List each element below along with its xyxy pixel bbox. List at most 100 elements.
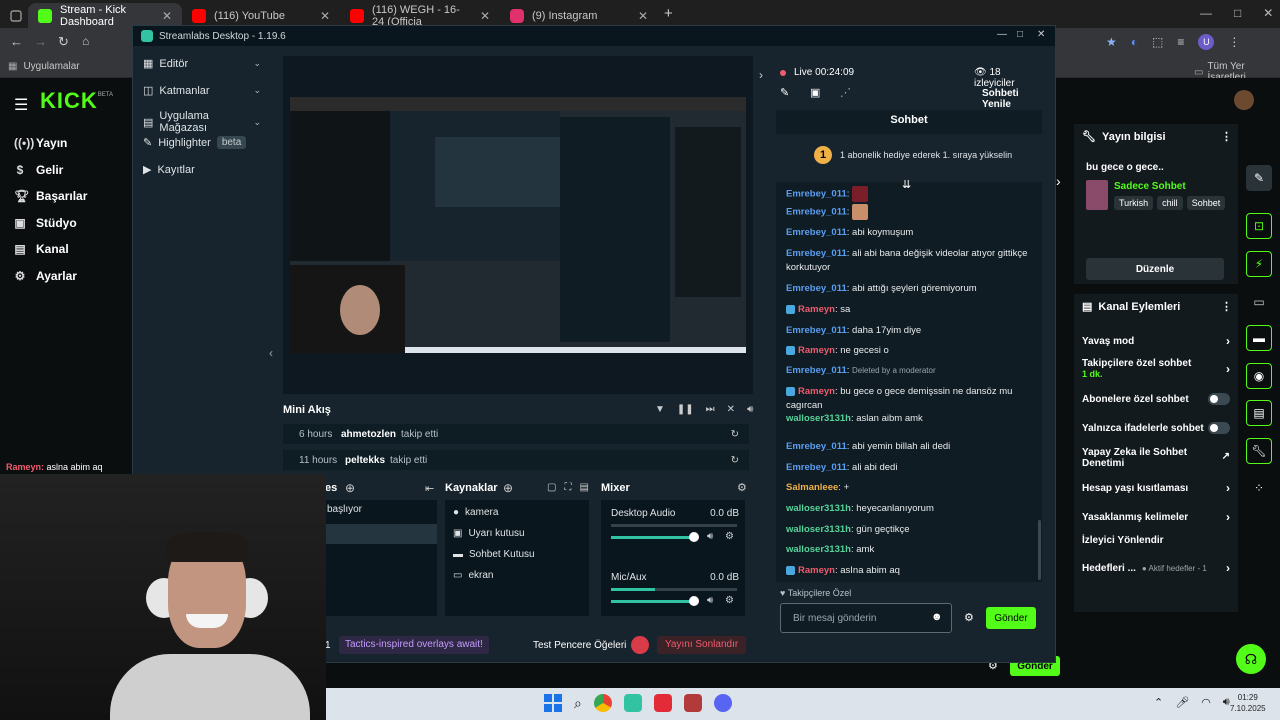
profile-avatar[interactable]: U	[1198, 34, 1215, 50]
kick-nav-ayarlar[interactable]: ⚙ Ayarlar	[14, 269, 77, 283]
account-age-item[interactable]: Hesap yaşı kısıtlaması ›	[1082, 481, 1230, 495]
app-icon[interactable]	[683, 694, 702, 712]
back-icon[interactable]: ←	[10, 34, 23, 49]
filter-icon[interactable]: ▼	[655, 404, 665, 415]
volume-slider-track[interactable]	[611, 536, 693, 539]
chat-username[interactable]: Rameyn	[798, 345, 835, 356]
microphone-icon[interactable]: 🎤︎	[1175, 696, 1189, 709]
panel-menu-icon[interactable]: ⋮	[1221, 130, 1232, 143]
collapse-left-icon[interactable]: ‹	[269, 346, 273, 360]
minimize-icon[interactable]: —	[1200, 6, 1212, 20]
discord-icon[interactable]	[713, 694, 732, 712]
sl-minimize-icon[interactable]: —	[997, 29, 1007, 40]
chat-username[interactable]: Salmanleee	[786, 482, 838, 493]
followers-only-item[interactable]: Takipçilere özel sohbet 1 dk. ›	[1082, 358, 1230, 379]
source-item[interactable]: ▣ Uyarı kutusu	[453, 528, 525, 539]
chat-username[interactable]: Emrebey_011	[786, 283, 847, 294]
chat-username[interactable]: Emrebey_011	[786, 207, 847, 218]
layout-icon[interactable]: ▣	[810, 86, 820, 99]
chat-username[interactable]: Emrebey_011	[786, 248, 847, 259]
close-tab-icon[interactable]: ✕	[320, 9, 330, 23]
chat-username[interactable]: Emrebey_011	[786, 365, 847, 376]
kick-logo[interactable]: KICK BETA	[40, 88, 113, 114]
clock[interactable]: 01:29 7.10.2025	[1230, 692, 1266, 714]
scene-item-selected[interactable]	[323, 524, 437, 544]
subscribers-only-toggle[interactable]	[1208, 393, 1230, 405]
new-tab-icon[interactable]: +	[664, 5, 673, 22]
folder-icon[interactable]: ▤	[579, 482, 588, 493]
support-headset-icon[interactable]: ☊	[1236, 644, 1266, 674]
chat-username[interactable]: walloser3131h	[786, 544, 851, 555]
wrench-icon-button[interactable]: 🔧︎	[1246, 438, 1272, 464]
speaker-icon[interactable]: 🔊︎	[1223, 696, 1230, 709]
chat-settings-icon[interactable]: ⚙	[964, 611, 974, 624]
add-scene-icon[interactable]: ⊕	[345, 481, 355, 495]
lightning-icon-button[interactable]: ⚡︎	[1246, 251, 1272, 277]
chat-username[interactable]: Rameyn	[798, 304, 835, 315]
sl-maximize-icon[interactable]: □	[1017, 29, 1023, 40]
collapse-right-icon[interactable]: ›	[759, 68, 763, 82]
add-source-icon[interactable]: ⊕	[503, 481, 513, 495]
close-tab-icon[interactable]: ✕	[162, 9, 172, 23]
banned-words-item[interactable]: Yasaklanmış kelimeler ›	[1082, 510, 1230, 524]
clip-icon-button[interactable]: ⊡	[1246, 213, 1272, 239]
group-icon-button[interactable]: ⁘	[1246, 475, 1272, 501]
channel-settings-icon[interactable]: ⚙	[725, 531, 734, 542]
sidebar-item-highlighter[interactable]: ✎ Highlighter beta	[143, 136, 261, 149]
extension-icon[interactable]: ◐	[1131, 35, 1138, 49]
volume-icon[interactable]: 🔊︎	[747, 404, 753, 415]
user-avatar[interactable]	[1234, 90, 1254, 110]
close-tab-icon[interactable]: ✕	[638, 9, 648, 23]
sidebar-item-recordings[interactable]: ▶ Kayıtlar	[143, 163, 261, 177]
app-red-icon[interactable]	[653, 694, 672, 712]
reload-icon[interactable]: ↻	[58, 34, 69, 50]
streamlabs-taskbar-icon[interactable]	[623, 694, 642, 712]
chat-username[interactable]: Emrebey_011	[786, 189, 847, 200]
panel-menu-icon[interactable]: ⋮	[1221, 300, 1232, 313]
source-item[interactable]: ● kamera	[453, 507, 498, 518]
edit-stream-button[interactable]: Düzenle	[1086, 258, 1224, 280]
chat-username[interactable]: Emrebey_011	[786, 462, 847, 473]
menu-kebab-icon[interactable]: ⋮	[1228, 35, 1240, 49]
document-icon-button[interactable]: ▭	[1246, 289, 1272, 315]
send-button[interactable]: Gönder	[986, 607, 1036, 629]
close-window-icon[interactable]: ✕	[1263, 6, 1273, 20]
kick-nav-gelir[interactable]: $ Gelir	[14, 163, 64, 177]
emoji-icon[interactable]: ☻	[931, 611, 943, 623]
chat-input[interactable]: Bir mesaj gönderin ☻	[780, 603, 952, 633]
bookmark-star-icon[interactable]: ★	[1106, 35, 1117, 49]
sidebar-item-layers[interactable]: ◫ Katmanlar ⌄	[143, 84, 261, 98]
raid-item[interactable]: İzleyici Yönlendir	[1082, 535, 1230, 546]
sidebar-item-app-store[interactable]: ▤ Uygulama Mağazası ⌄	[143, 110, 261, 134]
wifi-icon[interactable]: ◠	[1201, 696, 1211, 709]
kick-nav-kanal[interactable]: ▤ Kanal	[14, 242, 68, 256]
sl-close-icon[interactable]: ✕	[1037, 29, 1045, 40]
ai-moderation-item[interactable]: Yapay Zeka ile Sohbet Denetimi ↗	[1082, 447, 1230, 469]
chat-username[interactable]: Emrebey_011	[786, 227, 847, 238]
broadcast-icon-button[interactable]: ◉	[1246, 363, 1272, 389]
chat-username[interactable]: walloser3131h	[786, 524, 851, 535]
goals-item[interactable]: Hedefleri ... ● Aktif hedefler - 1 ›	[1082, 561, 1230, 575]
source-item[interactable]: ▭ ekran	[453, 570, 493, 581]
volume-slider-track[interactable]	[611, 600, 693, 603]
edit-icon-button[interactable]: ✎	[1246, 165, 1272, 191]
kick-nav-studyo[interactable]: ▣ Stüdyo	[14, 216, 76, 230]
volume-slider-handle[interactable]	[689, 596, 699, 606]
rec-icon[interactable]	[631, 636, 649, 654]
scene-item[interactable]: başlıyor	[323, 504, 437, 522]
pause-icon[interactable]: ❚❚	[677, 404, 694, 415]
kick-nav-yayin[interactable]: ((•)) Yayın	[14, 136, 67, 150]
hamburger-menu-icon[interactable]: ☰	[14, 95, 28, 115]
maximize-icon[interactable]: □	[1234, 6, 1241, 20]
source-lock-icon[interactable]: ⛶	[564, 482, 571, 493]
mute-icon[interactable]: 🔊︎	[707, 531, 713, 542]
chat-icon-button[interactable]: ▬	[1246, 325, 1272, 351]
tab-search-icon[interactable]	[6, 3, 26, 28]
stream-category[interactable]: Sadece Sohbet	[1114, 181, 1186, 192]
channel-settings-icon[interactable]: ⚙	[725, 595, 734, 606]
source-group-icon[interactable]: ▢	[547, 482, 556, 493]
apps-bookmark[interactable]: ▦ Uygulamalar	[8, 61, 80, 72]
forward-icon[interactable]: →	[34, 34, 47, 49]
chevron-right-icon[interactable]: ›	[1056, 173, 1061, 189]
windows-start-icon[interactable]	[544, 694, 562, 712]
